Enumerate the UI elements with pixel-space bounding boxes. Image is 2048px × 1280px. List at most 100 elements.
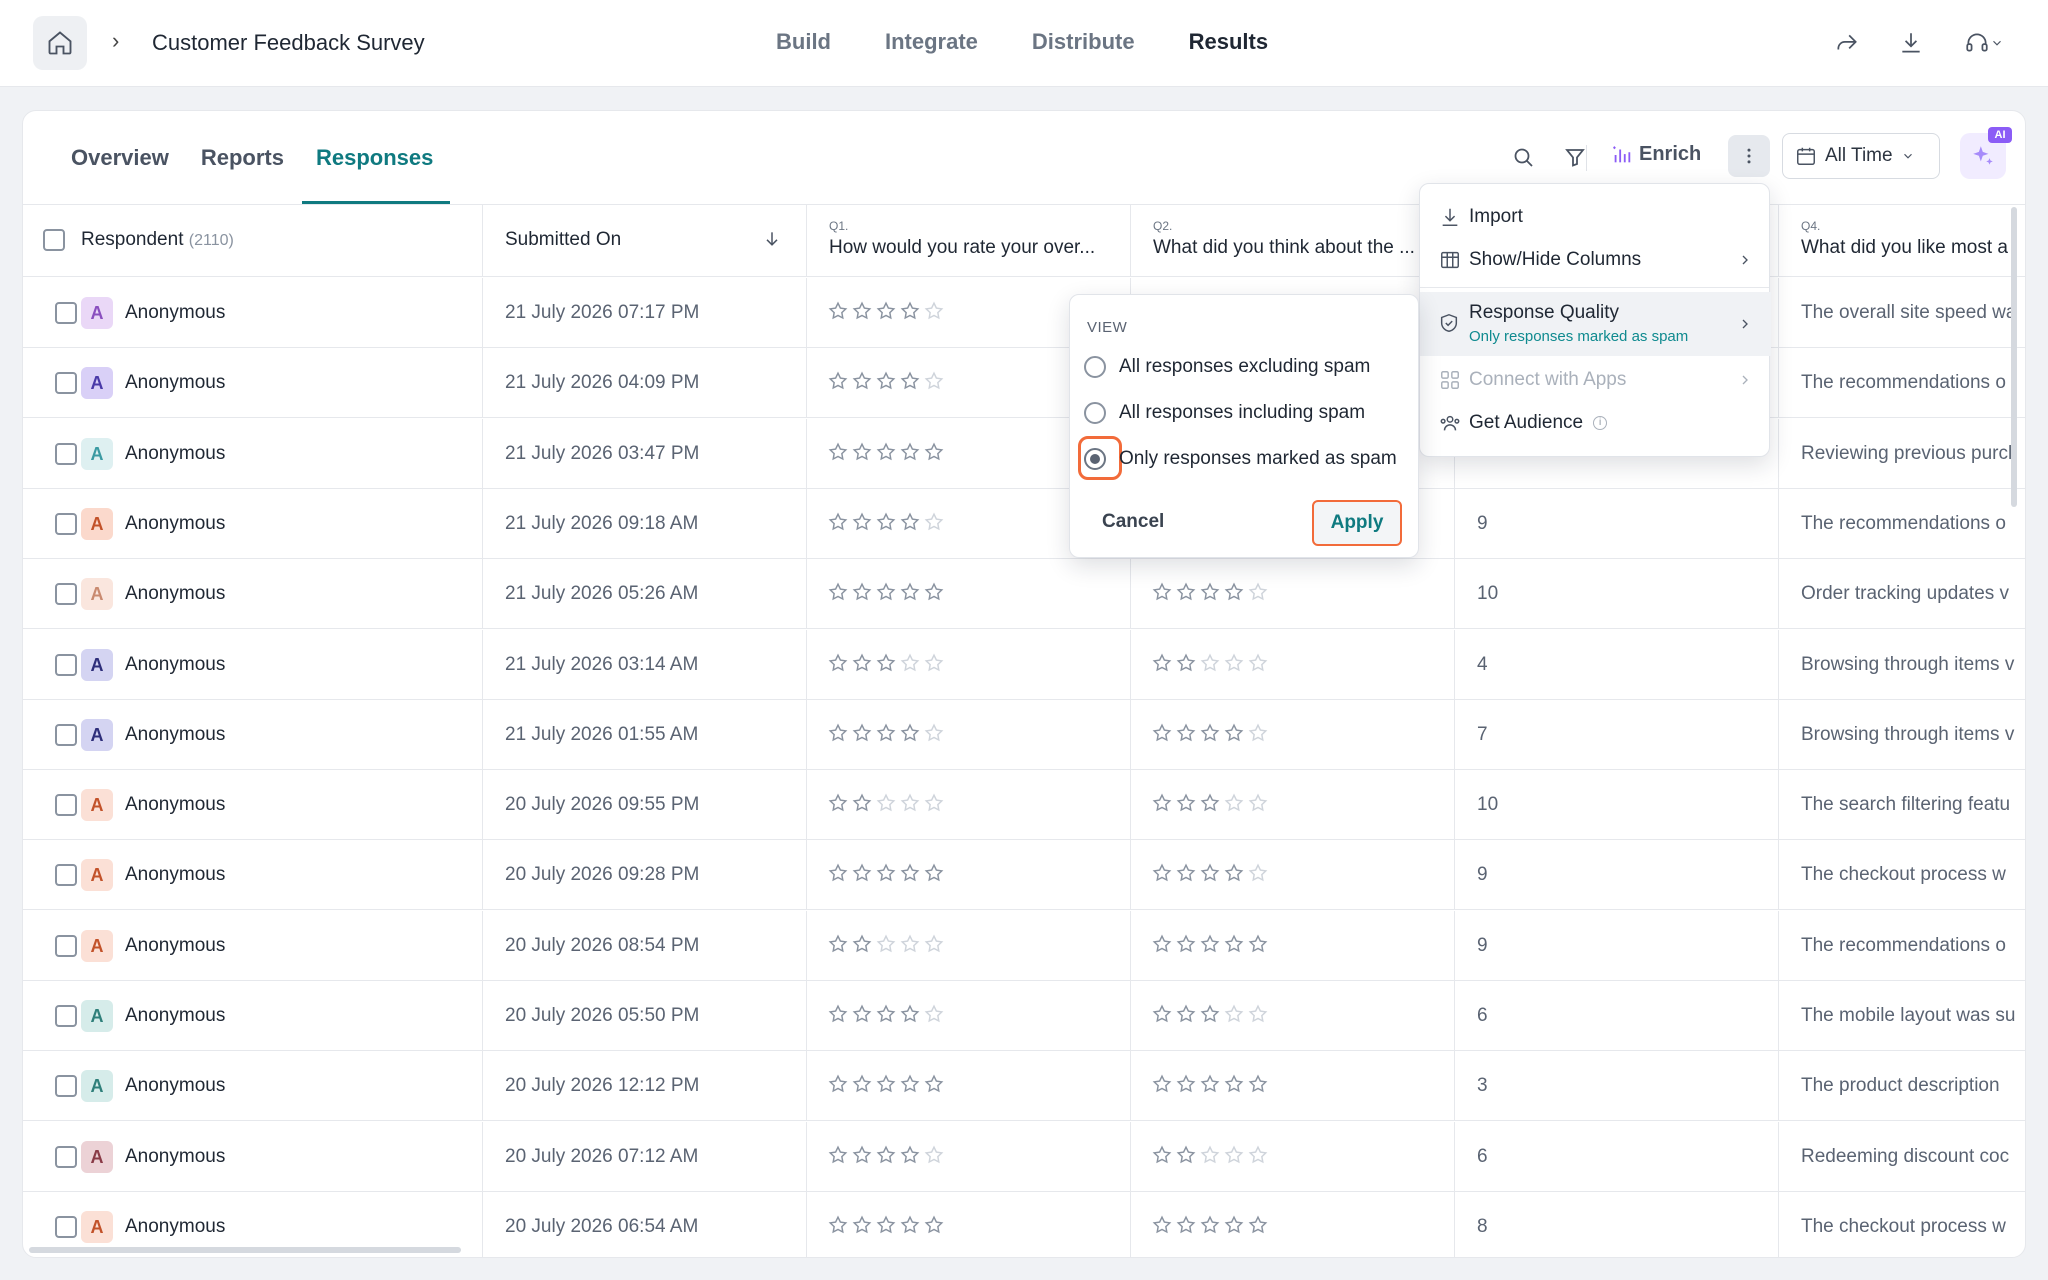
tab-reports[interactable]: Reports xyxy=(201,145,284,171)
star-icon xyxy=(900,371,920,390)
row-checkbox[interactable] xyxy=(55,1145,77,1168)
star-icon xyxy=(900,934,920,952)
option-exclude-spam[interactable]: All responses excluding spam xyxy=(1084,350,1414,384)
table-row[interactable]: A Anonymous 21 July 2026 05:26 AM 10 Order t… xyxy=(23,559,2025,630)
table-row[interactable]: A Anonymous 21 July 2026 09:18 AM 9 The reco… xyxy=(23,488,2025,559)
column-q2[interactable]: Q2. What did you think about the ... xyxy=(1131,205,1455,277)
option-include-spam[interactable]: All responses including spam xyxy=(1084,396,1414,430)
radio-include-spam[interactable] xyxy=(1084,402,1106,424)
home-button[interactable] xyxy=(33,16,87,70)
menu-get-audience[interactable]: Get Audience i xyxy=(1420,402,1771,444)
q4-answer: The recommendations o xyxy=(1801,934,2006,956)
star-rating xyxy=(827,1214,945,1236)
row-checkbox[interactable] xyxy=(55,934,77,957)
row-checkbox[interactable] xyxy=(55,1215,77,1238)
nav-build[interactable]: Build xyxy=(776,29,831,55)
select-all-checkbox[interactable] xyxy=(43,229,65,251)
top-actions xyxy=(1832,28,2008,58)
row-checkbox[interactable] xyxy=(55,512,77,535)
nav-results[interactable]: Results xyxy=(1189,29,1268,55)
apply-button[interactable]: Apply xyxy=(1312,500,1402,546)
star-rating xyxy=(1151,652,1269,674)
tab-responses[interactable]: Responses xyxy=(316,145,433,171)
column-submitted-on[interactable]: Submitted On xyxy=(483,205,807,277)
search-button[interactable] xyxy=(1505,139,1541,175)
table-row[interactable]: A Anonymous 20 July 2026 09:28 PM 9 The chec… xyxy=(23,840,2025,911)
cell-q1 xyxy=(807,1121,1131,1192)
cell-respondent: A Anonymous xyxy=(23,278,483,348)
avatar: A xyxy=(81,578,113,611)
cancel-button[interactable]: Cancel xyxy=(1102,511,1164,533)
table-row[interactable]: A Anonymous 20 July 2026 09:55 PM 10 The sea… xyxy=(23,770,2025,841)
table-row[interactable]: A Anonymous 21 July 2026 03:14 AM 4 Browsing… xyxy=(23,629,2025,700)
table-row[interactable]: A Anonymous 20 July 2026 08:54 PM 9 The reco… xyxy=(23,910,2025,981)
cell-q4: The recommendations o xyxy=(1779,489,2025,559)
share-button[interactable] xyxy=(1832,28,1862,58)
row-checkbox[interactable] xyxy=(55,653,77,676)
avatar: A xyxy=(81,297,113,329)
download-button[interactable] xyxy=(1896,28,1926,58)
q3-score: 10 xyxy=(1477,583,1499,605)
star-rating xyxy=(1151,722,1269,744)
table-row[interactable]: A Anonymous 20 July 2026 05:50 PM 6 The mobi… xyxy=(23,981,2025,1051)
row-checkbox[interactable] xyxy=(55,794,77,817)
vertical-scrollbar[interactable] xyxy=(2011,207,2017,507)
avatar: A xyxy=(81,648,113,681)
respondent-name: Anonymous xyxy=(125,372,226,394)
horizontal-scrollbar[interactable] xyxy=(29,1247,461,1253)
cell-respondent: A Anonymous xyxy=(23,1121,483,1192)
row-checkbox[interactable] xyxy=(55,1075,77,1098)
radio-exclude-spam[interactable] xyxy=(1084,356,1106,378)
respondent-name: Anonymous xyxy=(125,653,226,675)
support-button[interactable] xyxy=(1960,28,2008,58)
info-icon[interactable]: i xyxy=(1593,415,1608,430)
q1-question: How would you rate your over... xyxy=(829,237,1096,258)
row-checkbox[interactable] xyxy=(55,1005,77,1027)
more-options-button[interactable] xyxy=(1728,135,1770,177)
row-checkbox[interactable] xyxy=(55,723,77,746)
avatar: A xyxy=(81,1070,113,1103)
star-icon xyxy=(1224,934,1244,952)
q3-score: 8 xyxy=(1477,1215,1488,1237)
option-only-spam[interactable]: Only responses marked as spam xyxy=(1078,436,1414,480)
table-row[interactable]: A Anonymous 21 July 2026 01:55 AM 7 Browsing… xyxy=(23,699,2025,770)
row-checkbox[interactable] xyxy=(55,302,77,324)
avatar: A xyxy=(81,1210,113,1243)
star-icon xyxy=(1224,1145,1244,1163)
star-icon xyxy=(876,793,896,812)
star-icon xyxy=(852,1215,872,1234)
table-row[interactable]: A Anonymous 20 July 2026 12:12 PM 3 The prod… xyxy=(23,1051,2025,1122)
star-icon xyxy=(924,371,944,390)
filter-button[interactable] xyxy=(1557,139,1593,175)
star-icon xyxy=(1200,1004,1220,1023)
row-checkbox[interactable] xyxy=(55,864,77,887)
menu-import[interactable]: Import xyxy=(1420,196,1771,238)
audience-icon xyxy=(1438,411,1462,435)
enrich-button[interactable]: Enrich xyxy=(1611,143,1701,166)
nav-distribute[interactable]: Distribute xyxy=(1032,29,1135,55)
menu-response-quality[interactable]: Response Quality Only responses marked a… xyxy=(1420,292,1771,356)
row-checkbox[interactable] xyxy=(55,372,77,395)
row-checkbox[interactable] xyxy=(55,583,77,606)
table-row[interactable]: A Anonymous 20 July 2026 07:12 AM 6 Redeemin… xyxy=(23,1121,2025,1192)
popover-heading: VIEW xyxy=(1087,319,1128,336)
star-icon xyxy=(924,1074,944,1093)
menu-show-hide-columns[interactable]: Show/Hide Columns xyxy=(1420,239,1771,281)
nav-integrate[interactable]: Integrate xyxy=(885,29,978,55)
star-icon xyxy=(852,1004,872,1023)
star-icon xyxy=(1152,793,1172,812)
date-range-select[interactable]: All Time xyxy=(1782,133,1940,179)
column-q4[interactable]: Q4. What did you like most a xyxy=(1779,205,2025,277)
sort-arrow-down-icon[interactable] xyxy=(762,229,782,249)
star-icon xyxy=(828,653,848,671)
star-icon xyxy=(828,512,848,531)
cell-q3: 9 xyxy=(1455,488,1779,559)
q3-score: 4 xyxy=(1477,653,1488,675)
row-checkbox[interactable] xyxy=(55,442,77,465)
tab-overview[interactable]: Overview xyxy=(71,145,169,171)
submitted-date: 21 July 2026 07:17 PM xyxy=(505,302,700,323)
search-icon xyxy=(1514,148,1533,167)
respondent-header-text: Respondent xyxy=(81,229,184,250)
more-vertical-icon xyxy=(1747,148,1751,164)
column-q1[interactable]: Q1. How would you rate your over... xyxy=(807,205,1131,277)
